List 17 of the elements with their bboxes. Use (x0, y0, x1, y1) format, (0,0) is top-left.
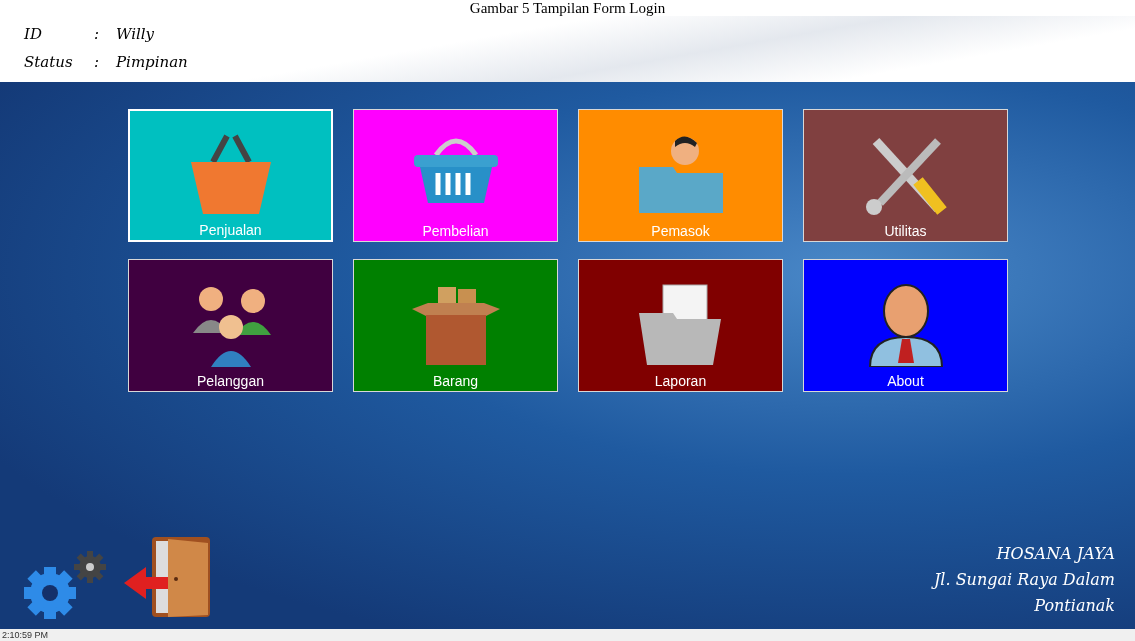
separator: : (94, 53, 101, 71)
id-label: ID (24, 25, 43, 43)
menu-tile[interactable]: Utilitas (803, 109, 1008, 242)
menu-tile[interactable]: About (803, 259, 1008, 392)
menu-tile[interactable]: Barang (353, 259, 558, 392)
menu-tile[interactable]: Laporan (578, 259, 783, 392)
status-label: Status (24, 53, 74, 71)
separator: : (94, 25, 101, 43)
user-id: Willy (116, 25, 156, 43)
company-name: HOSANA JAYA (996, 543, 1115, 565)
figure-caption: Gambar 5 Tampilan Form Login (468, 0, 667, 16)
company-city: Pontianak (1034, 595, 1115, 617)
clock-time: 2:10:59 PM (2, 630, 49, 640)
menu-tile[interactable]: Pelanggan (128, 259, 333, 392)
company-address: Jl. Sungai Raya Dalam (933, 569, 1115, 591)
user-status: Pimpinan (116, 53, 189, 71)
exit-door-icon[interactable] (122, 535, 212, 619)
